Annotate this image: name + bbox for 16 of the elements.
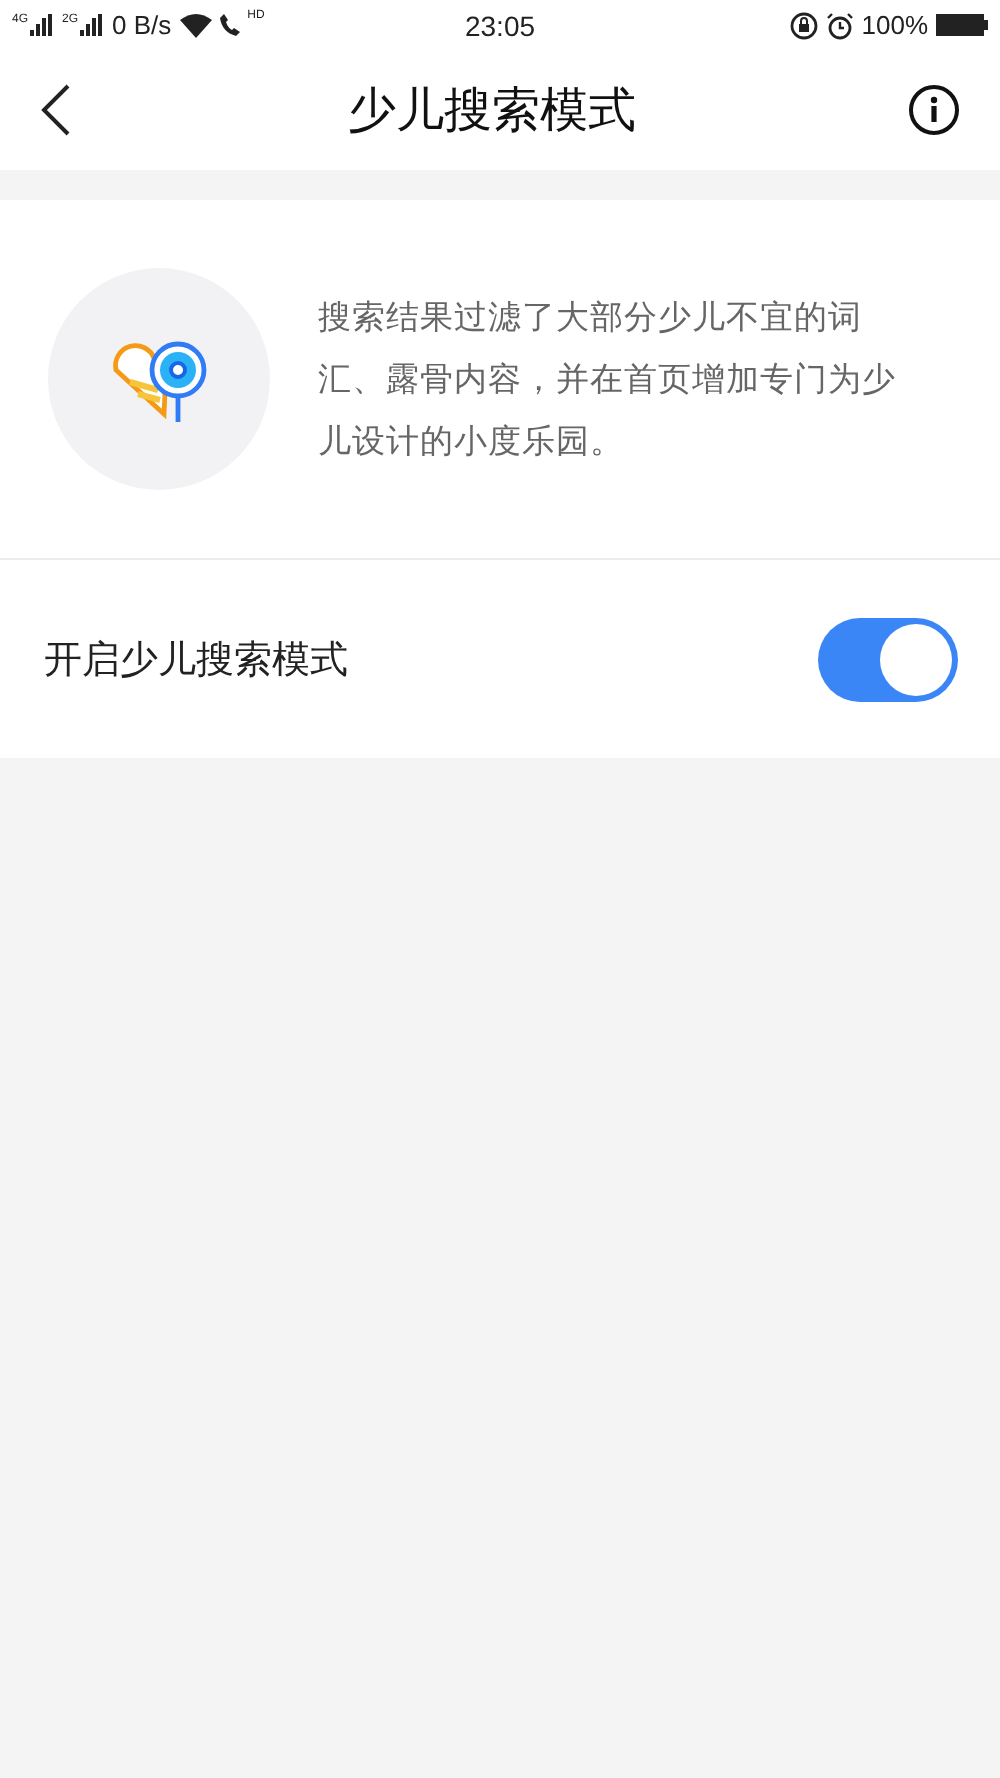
setting-label: 开启少儿搜索模式 [44, 635, 348, 685]
toggle-switch[interactable] [818, 617, 958, 701]
info-button[interactable] [908, 84, 960, 136]
battery-level: 100% [861, 10, 929, 40]
rotation-lock-icon [789, 11, 818, 39]
page-title: 少儿搜索模式 [348, 80, 636, 142]
battery-icon [936, 14, 989, 36]
clock-time: 23:05 [464, 9, 536, 41]
wifi-icon [179, 13, 212, 37]
info-icon [908, 84, 960, 136]
alarm-icon [825, 11, 854, 39]
signal-icon [30, 14, 55, 36]
description-text: 搜索结果过滤了大部分少儿不宜的词汇、露骨内容，并在首页增加专门为少儿设计的小度乐园。 [318, 296, 898, 464]
signal-icon [80, 14, 105, 36]
network-speed: 0 B/s [112, 10, 172, 40]
phone-icon [219, 14, 240, 36]
